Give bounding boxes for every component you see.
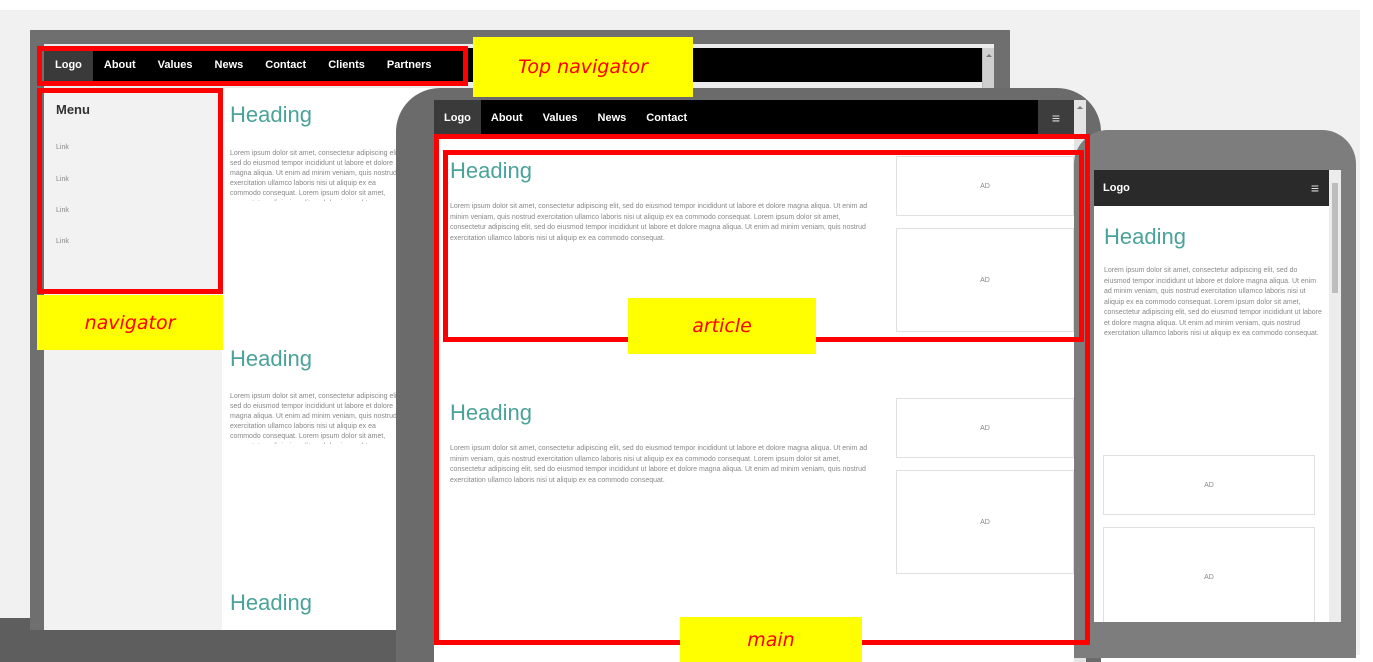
tablet-nav-news[interactable]: News — [588, 100, 637, 136]
hamburger-menu-icon[interactable]: ≡ — [1311, 170, 1319, 206]
tablet-nav-contact[interactable]: Contact — [636, 100, 697, 136]
main-highlight — [434, 134, 1090, 645]
tablet-nav-values[interactable]: Values — [533, 100, 588, 136]
desktop-article-heading: Heading — [230, 346, 312, 371]
phone-article-text: Lorem ipsum dolor sit amet, consectetur … — [1104, 267, 1322, 337]
ad-box[interactable]: AD — [1103, 527, 1315, 622]
phone-logo[interactable]: Logo — [1103, 170, 1130, 206]
desktop-article-text: Lorem ipsum dolor sit amet, consectetur … — [230, 150, 401, 201]
hamburger-menu-icon[interactable]: ≡ — [1038, 100, 1074, 136]
desktop-scrollbar[interactable] — [982, 48, 994, 88]
desktop-article-text: Lorem ipsum dolor sit amet, consectetur … — [230, 393, 401, 444]
navigator-highlight — [37, 88, 223, 294]
phone-screen: Logo ≡ Heading Lorem ipsum dolor sit ame… — [1094, 170, 1341, 622]
main-label: main — [680, 617, 862, 662]
top-navigator-label: Top navigator — [473, 37, 693, 97]
phone-header: Logo ≡ — [1094, 170, 1329, 206]
tablet-nav-logo[interactable]: Logo — [434, 100, 481, 136]
navigator-label: navigator — [37, 295, 223, 350]
ad-box[interactable]: AD — [1103, 455, 1315, 515]
tablet-nav-bar: Logo About Values News Contact — [434, 100, 1074, 136]
desktop-article-heading: Heading — [230, 102, 312, 127]
phone-scrollbar[interactable] — [1329, 170, 1341, 622]
phone-article-heading: Heading — [1104, 224, 1186, 249]
top-navigator-highlight — [37, 46, 468, 86]
tablet-nav-about[interactable]: About — [481, 100, 533, 136]
desktop-article-heading: Heading — [230, 590, 312, 615]
phone-mockup: Logo ≡ Heading Lorem ipsum dolor sit ame… — [1074, 130, 1356, 658]
